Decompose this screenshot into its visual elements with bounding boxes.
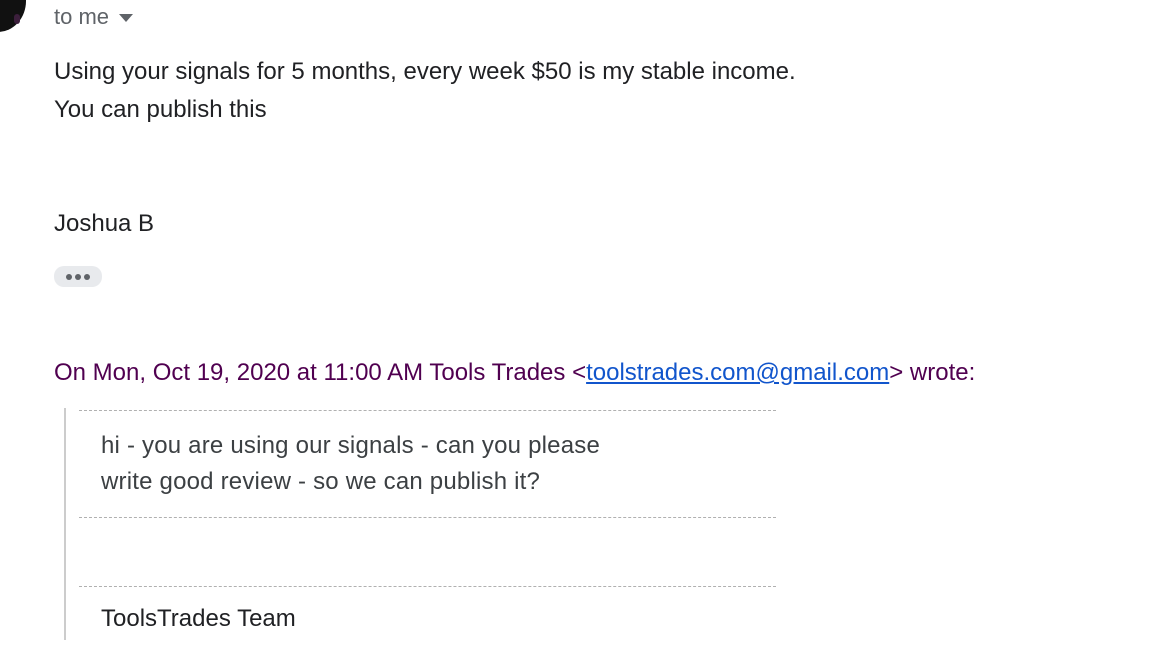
sender-avatar[interactable] bbox=[0, 0, 26, 32]
quote-left-border bbox=[64, 408, 66, 640]
message-line-2: You can publish this bbox=[54, 96, 267, 123]
message-line-1: Using your signals for 5 months, every w… bbox=[54, 58, 796, 85]
attribution-prefix: On Mon, Oct 19, 2020 at 11:00 AM Tools T… bbox=[54, 359, 587, 386]
caret-down-icon[interactable] bbox=[119, 14, 134, 22]
recipient-label: to me bbox=[54, 4, 110, 29]
quote-divider bbox=[79, 586, 776, 587]
avatar-highlight bbox=[14, 14, 20, 24]
quoted-signature: ToolsTrades Team bbox=[101, 605, 296, 632]
ellipsis-icon bbox=[84, 273, 90, 280]
ellipsis-icon bbox=[75, 273, 81, 280]
quote-divider bbox=[79, 517, 776, 518]
quote-attribution: On Mon, Oct 19, 2020 at 11:00 AM Tools T… bbox=[54, 359, 975, 387]
recipient-details-toggle[interactable]: to me bbox=[54, 4, 134, 30]
show-trimmed-content-button[interactable] bbox=[54, 266, 102, 287]
quoted-line-2: write good review - so we can publish it… bbox=[101, 468, 541, 495]
message-signature: Joshua B bbox=[54, 210, 155, 237]
attribution-suffix: > wrote: bbox=[889, 359, 976, 386]
ellipsis-icon bbox=[66, 273, 72, 280]
sender-email-link[interactable]: toolstrades.com@gmail.com bbox=[586, 359, 889, 386]
quoted-line-1: hi - you are using our signals - can you… bbox=[101, 432, 601, 459]
quote-divider bbox=[79, 410, 776, 411]
